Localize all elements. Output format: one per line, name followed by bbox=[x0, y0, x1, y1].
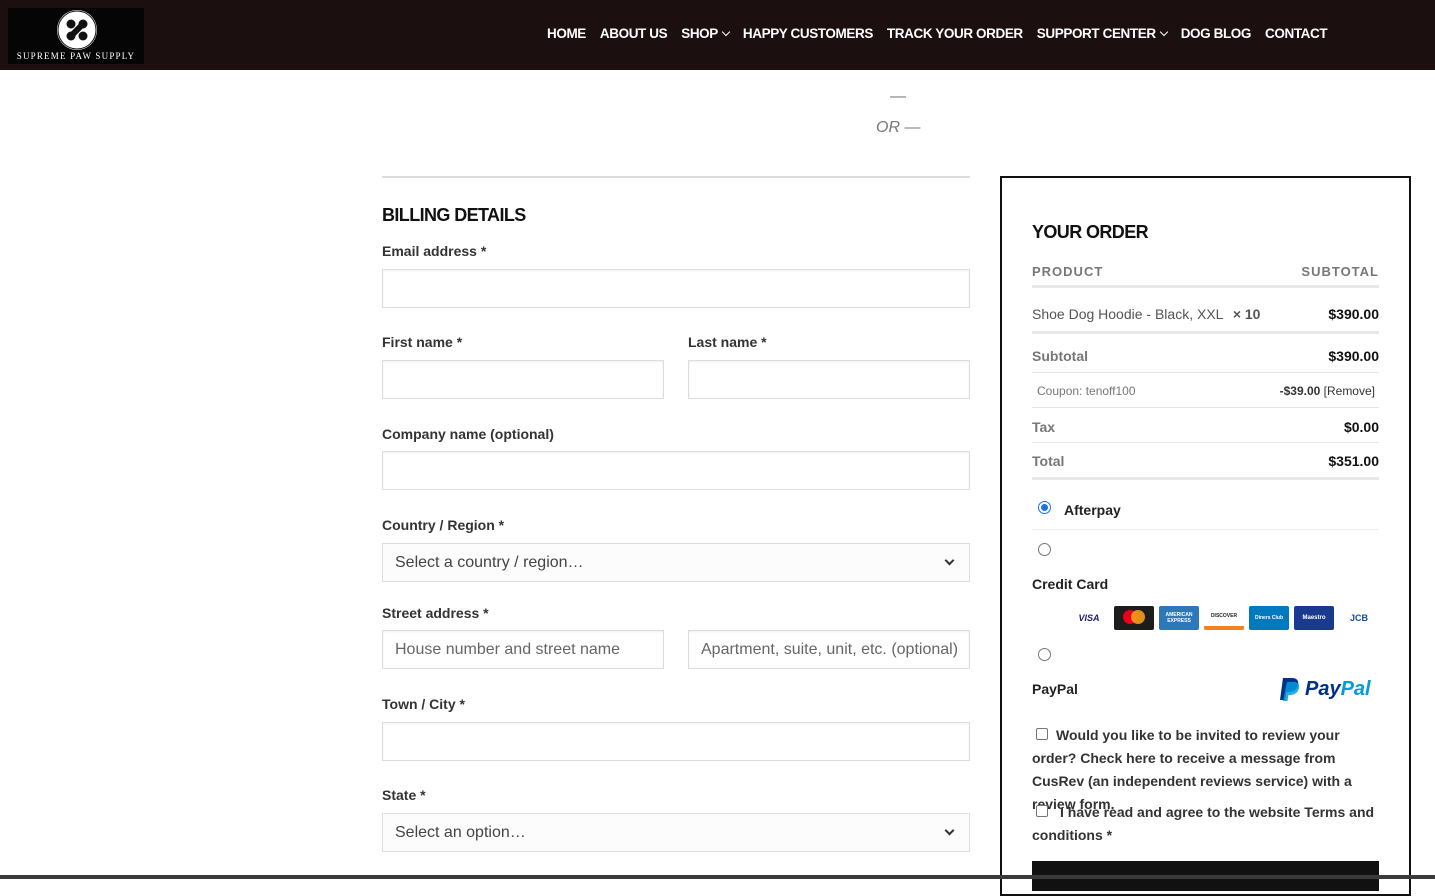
country-select[interactable]: Select a country / region… bbox=[382, 543, 970, 582]
nav-about-us[interactable]: ABOUT US bbox=[600, 26, 668, 41]
line-item-price: $390.00 bbox=[1328, 306, 1379, 322]
subtotal-label: Subtotal bbox=[1032, 348, 1088, 364]
paw-logo-icon bbox=[57, 10, 97, 50]
or-divider: OR — bbox=[876, 119, 921, 136]
main-nav: HOME ABOUT US SHOP HAPPY CUSTOMERS TRACK… bbox=[547, 26, 1328, 41]
payment-divider bbox=[1032, 529, 1379, 530]
afterpay-label: Afterpay bbox=[1064, 502, 1121, 518]
paypal-label: PayPal bbox=[1032, 681, 1078, 697]
product-quantity: × 10 bbox=[1232, 306, 1261, 322]
order-summary: YOUR ORDER PRODUCT SUBTOTAL Shoe Dog Hoo… bbox=[1000, 176, 1411, 896]
last-name-field[interactable] bbox=[688, 360, 970, 399]
amex-icon: AMERICAN EXPRESS bbox=[1159, 606, 1199, 630]
credit-card-radio[interactable] bbox=[1038, 543, 1051, 556]
state-select[interactable]: Select an option… bbox=[382, 813, 970, 852]
order-title: YOUR ORDER bbox=[1032, 222, 1149, 242]
chevron-down-icon bbox=[944, 825, 955, 836]
state-label: State * bbox=[382, 787, 426, 803]
tax-label: Tax bbox=[1032, 419, 1056, 435]
line-item-name: Shoe Dog Hoodie - Black, XXL × 10 bbox=[1032, 306, 1260, 322]
brand-name: SUPREME PAW SUPPLY bbox=[16, 51, 136, 61]
row-divider bbox=[1032, 442, 1379, 443]
billing-title: BILLING DETAILS bbox=[382, 205, 526, 225]
nav-support-center[interactable]: SUPPORT CENTER bbox=[1037, 26, 1168, 41]
tax-value: $0.00 bbox=[1343, 419, 1379, 435]
row-divider bbox=[1032, 372, 1379, 373]
paypal-icon bbox=[1280, 678, 1300, 701]
street-address-field[interactable] bbox=[382, 630, 664, 669]
state-select-value: Select an option… bbox=[395, 823, 526, 841]
bottom-scroll-strip bbox=[0, 875, 1435, 879]
site-header: SUPREME PAW SUPPLY HOME ABOUT US SHOP HA… bbox=[0, 0, 1435, 70]
country-select-value: Select a country / region… bbox=[395, 553, 584, 571]
brand-logo[interactable]: SUPREME PAW SUPPLY bbox=[8, 8, 144, 64]
product-column-header: PRODUCT bbox=[1032, 264, 1104, 279]
jcb-icon: JCB bbox=[1339, 606, 1379, 630]
remove-coupon-link[interactable]: [Remove] bbox=[1324, 384, 1375, 398]
credit-card-label: Credit Card bbox=[1032, 576, 1109, 592]
city-label: Town / City * bbox=[382, 696, 465, 712]
afterpay-radio[interactable] bbox=[1038, 501, 1051, 514]
paypal-logo: Pay Pal bbox=[1279, 676, 1371, 702]
subtotal-column-header: SUBTOTAL bbox=[1301, 264, 1379, 279]
item-divider bbox=[1032, 331, 1379, 334]
nav-happy-customers[interactable]: HAPPY CUSTOMERS bbox=[743, 26, 873, 41]
discover-icon: DISCOVER bbox=[1204, 606, 1244, 630]
last-name-label: Last name * bbox=[688, 334, 767, 350]
coupon-label: Coupon: tenoff100 bbox=[1037, 384, 1136, 398]
country-label: Country / Region * bbox=[382, 517, 505, 533]
section-divider bbox=[382, 176, 970, 178]
total-label: Total bbox=[1032, 453, 1065, 469]
nav-track-order[interactable]: TRACK YOUR ORDER bbox=[887, 26, 1023, 41]
chevron-down-icon bbox=[721, 27, 731, 36]
diners-club-icon: Diners Club bbox=[1249, 606, 1289, 630]
company-field[interactable] bbox=[382, 451, 970, 490]
nav-home[interactable]: HOME bbox=[547, 26, 586, 41]
street-address-2-field[interactable] bbox=[688, 630, 970, 669]
chevron-down-icon bbox=[1159, 27, 1168, 36]
first-name-field[interactable] bbox=[382, 360, 664, 399]
maestro-icon: Maestro bbox=[1294, 606, 1334, 630]
visa-icon: VISA bbox=[1069, 606, 1109, 630]
nav-shop[interactable]: SHOP bbox=[681, 26, 731, 41]
total-divider bbox=[1032, 477, 1379, 480]
header-divider bbox=[1032, 285, 1379, 288]
first-name-label: First name * bbox=[382, 334, 463, 350]
chevron-down-icon bbox=[944, 555, 955, 566]
terms-text: I have read and agree to the website Ter… bbox=[1032, 804, 1375, 843]
total-value: $351.00 bbox=[1328, 453, 1379, 469]
nav-contact[interactable]: CONTACT bbox=[1265, 26, 1328, 41]
paypal-logo-pay: Pay bbox=[1305, 677, 1341, 700]
coupon-discount: -$39.00 bbox=[1279, 384, 1321, 398]
coupon-row-value: -$39.00 [Remove] bbox=[1280, 384, 1375, 398]
street-label: Street address * bbox=[382, 605, 489, 621]
subtotal-value: $390.00 bbox=[1328, 348, 1379, 364]
company-label: Company name (optional) bbox=[382, 426, 554, 442]
paypal-logo-pal: Pal bbox=[1340, 677, 1371, 700]
city-field[interactable] bbox=[382, 722, 970, 761]
paypal-radio[interactable] bbox=[1038, 648, 1051, 661]
nav-dog-blog[interactable]: DOG BLOG bbox=[1181, 26, 1252, 41]
row-divider bbox=[1032, 407, 1379, 408]
email-label: Email address * bbox=[382, 243, 487, 259]
mastercard-icon: mastercard bbox=[1114, 606, 1154, 630]
email-field[interactable] bbox=[382, 269, 970, 308]
or-divider-dash: — bbox=[890, 88, 906, 105]
product-name: Shoe Dog Hoodie - Black, XXL bbox=[1032, 306, 1223, 322]
